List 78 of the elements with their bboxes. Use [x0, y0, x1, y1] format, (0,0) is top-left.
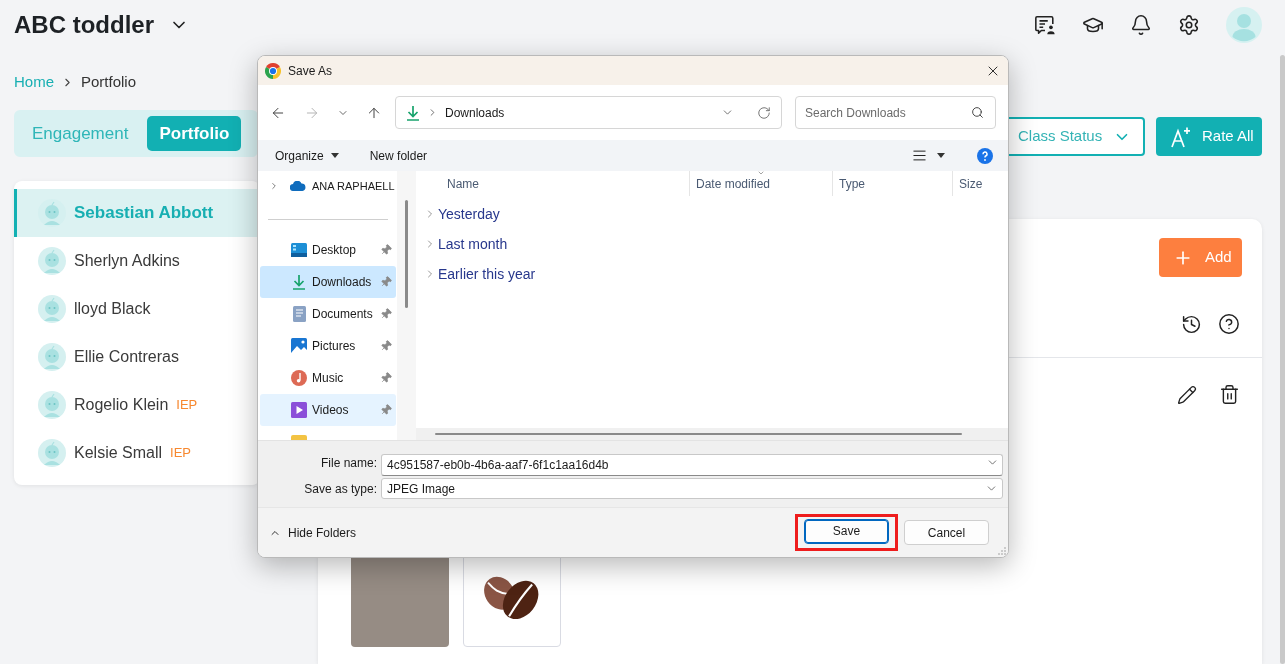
avatar-icon [38, 199, 66, 227]
student-name: lloyd Black [74, 299, 151, 319]
class-title: ABC toddler [14, 10, 154, 40]
avatar-icon [38, 391, 66, 419]
student-name: Rogelio Klein [74, 395, 169, 415]
nav-item-label: Documents [312, 306, 373, 323]
cloud-icon [290, 181, 306, 191]
group-label: Yesterday [438, 204, 500, 224]
history-icon[interactable] [1181, 313, 1202, 335]
student-name: Sherlyn Adkins [74, 251, 180, 271]
hide-folders-button[interactable]: Hide Folders [269, 523, 357, 542]
notification-bell-icon[interactable] [1130, 14, 1152, 36]
video-icon [291, 402, 307, 418]
column-header[interactable]: Name [416, 171, 689, 196]
refresh-icon[interactable] [757, 105, 771, 120]
student-name: Kelsie Small [74, 443, 163, 463]
search-icon [971, 106, 984, 119]
group-header[interactable]: Earlier this year [416, 259, 1008, 289]
dialog-button[interactable]: Cancel [904, 520, 989, 546]
search-field[interactable]: Search Downloads [795, 96, 996, 129]
iep-tag: IEP [176, 395, 198, 415]
command-button[interactable]: Organize [269, 143, 345, 168]
resize-grip-icon[interactable] [998, 547, 1006, 555]
edit-icon[interactable] [1177, 384, 1197, 405]
group-label: Earlier this year [438, 264, 536, 284]
nav-item[interactable]: Downloads [260, 266, 396, 298]
sort-caret-icon [756, 169, 766, 177]
dropdown-caret-icon [330, 153, 339, 158]
trash-icon[interactable] [1219, 384, 1240, 405]
dialog-button[interactable]: Save [804, 518, 889, 544]
group-label: Last month [438, 234, 508, 254]
nav-item-label: Downloads [312, 274, 372, 291]
command-button[interactable]: New folder [363, 143, 434, 168]
student-name: Sebastian Abbott [74, 202, 214, 225]
scrollbar[interactable] [1280, 55, 1285, 664]
document-icon [292, 306, 306, 322]
browser-logo-icon [265, 62, 281, 79]
music-icon [291, 370, 307, 386]
avatar-icon [38, 439, 66, 467]
column-header[interactable]: Size [952, 171, 1008, 196]
dropdown-caret-icon [937, 153, 945, 158]
student-name: Ellie Contreras [74, 347, 179, 367]
download-icon [291, 274, 307, 290]
address-path: Downloads [445, 104, 505, 122]
folder-icon [291, 435, 307, 440]
desktop-icon [291, 243, 307, 257]
nav-item-label: Pictures [312, 338, 356, 355]
help-icon[interactable] [1218, 313, 1240, 335]
download-icon [405, 104, 421, 121]
avatar-icon [38, 343, 66, 371]
file-type-value: JPEG Image [387, 480, 456, 498]
field-label: File name: [319, 455, 377, 472]
settings-icon[interactable] [1178, 14, 1200, 36]
file-name-field[interactable]: 4c951587-eb0b-4b6a-aaf7-6f1c1aa16d4b [381, 454, 1003, 476]
avatar-icon [38, 295, 66, 323]
scrollbar[interactable] [435, 433, 962, 435]
letter-a-plus-icon [1170, 125, 1192, 148]
address-bar[interactable]: Downloads [395, 96, 782, 129]
picture-icon [291, 338, 307, 354]
group-header[interactable]: Yesterday [416, 199, 1008, 229]
group-header[interactable]: Last month [416, 229, 1008, 259]
chevron-right-icon[interactable] [269, 181, 279, 191]
file-type-dropdown[interactable]: JPEG Image [381, 478, 1003, 499]
avatar-icon [38, 247, 66, 275]
nav-item-label: Videos [312, 402, 349, 419]
column-header[interactable]: Type [832, 171, 952, 196]
breadcrumb-current: Portfolio [81, 71, 137, 92]
iep-tag: IEP [170, 443, 191, 463]
board-user-icon[interactable] [1034, 14, 1056, 36]
dialog-title: Save As [288, 62, 333, 80]
column-header[interactable]: Date modified [689, 171, 832, 196]
nav-item[interactable]: Videos [260, 394, 396, 426]
nav-item[interactable]: ANA RAPHAELL [312, 177, 395, 195]
scrollbar[interactable] [405, 200, 408, 308]
list-view-icon [912, 148, 927, 163]
nav-item-label: Desktop [312, 242, 357, 259]
field-label: Save as type: [303, 480, 377, 498]
nav-item-label: Music [312, 370, 344, 387]
